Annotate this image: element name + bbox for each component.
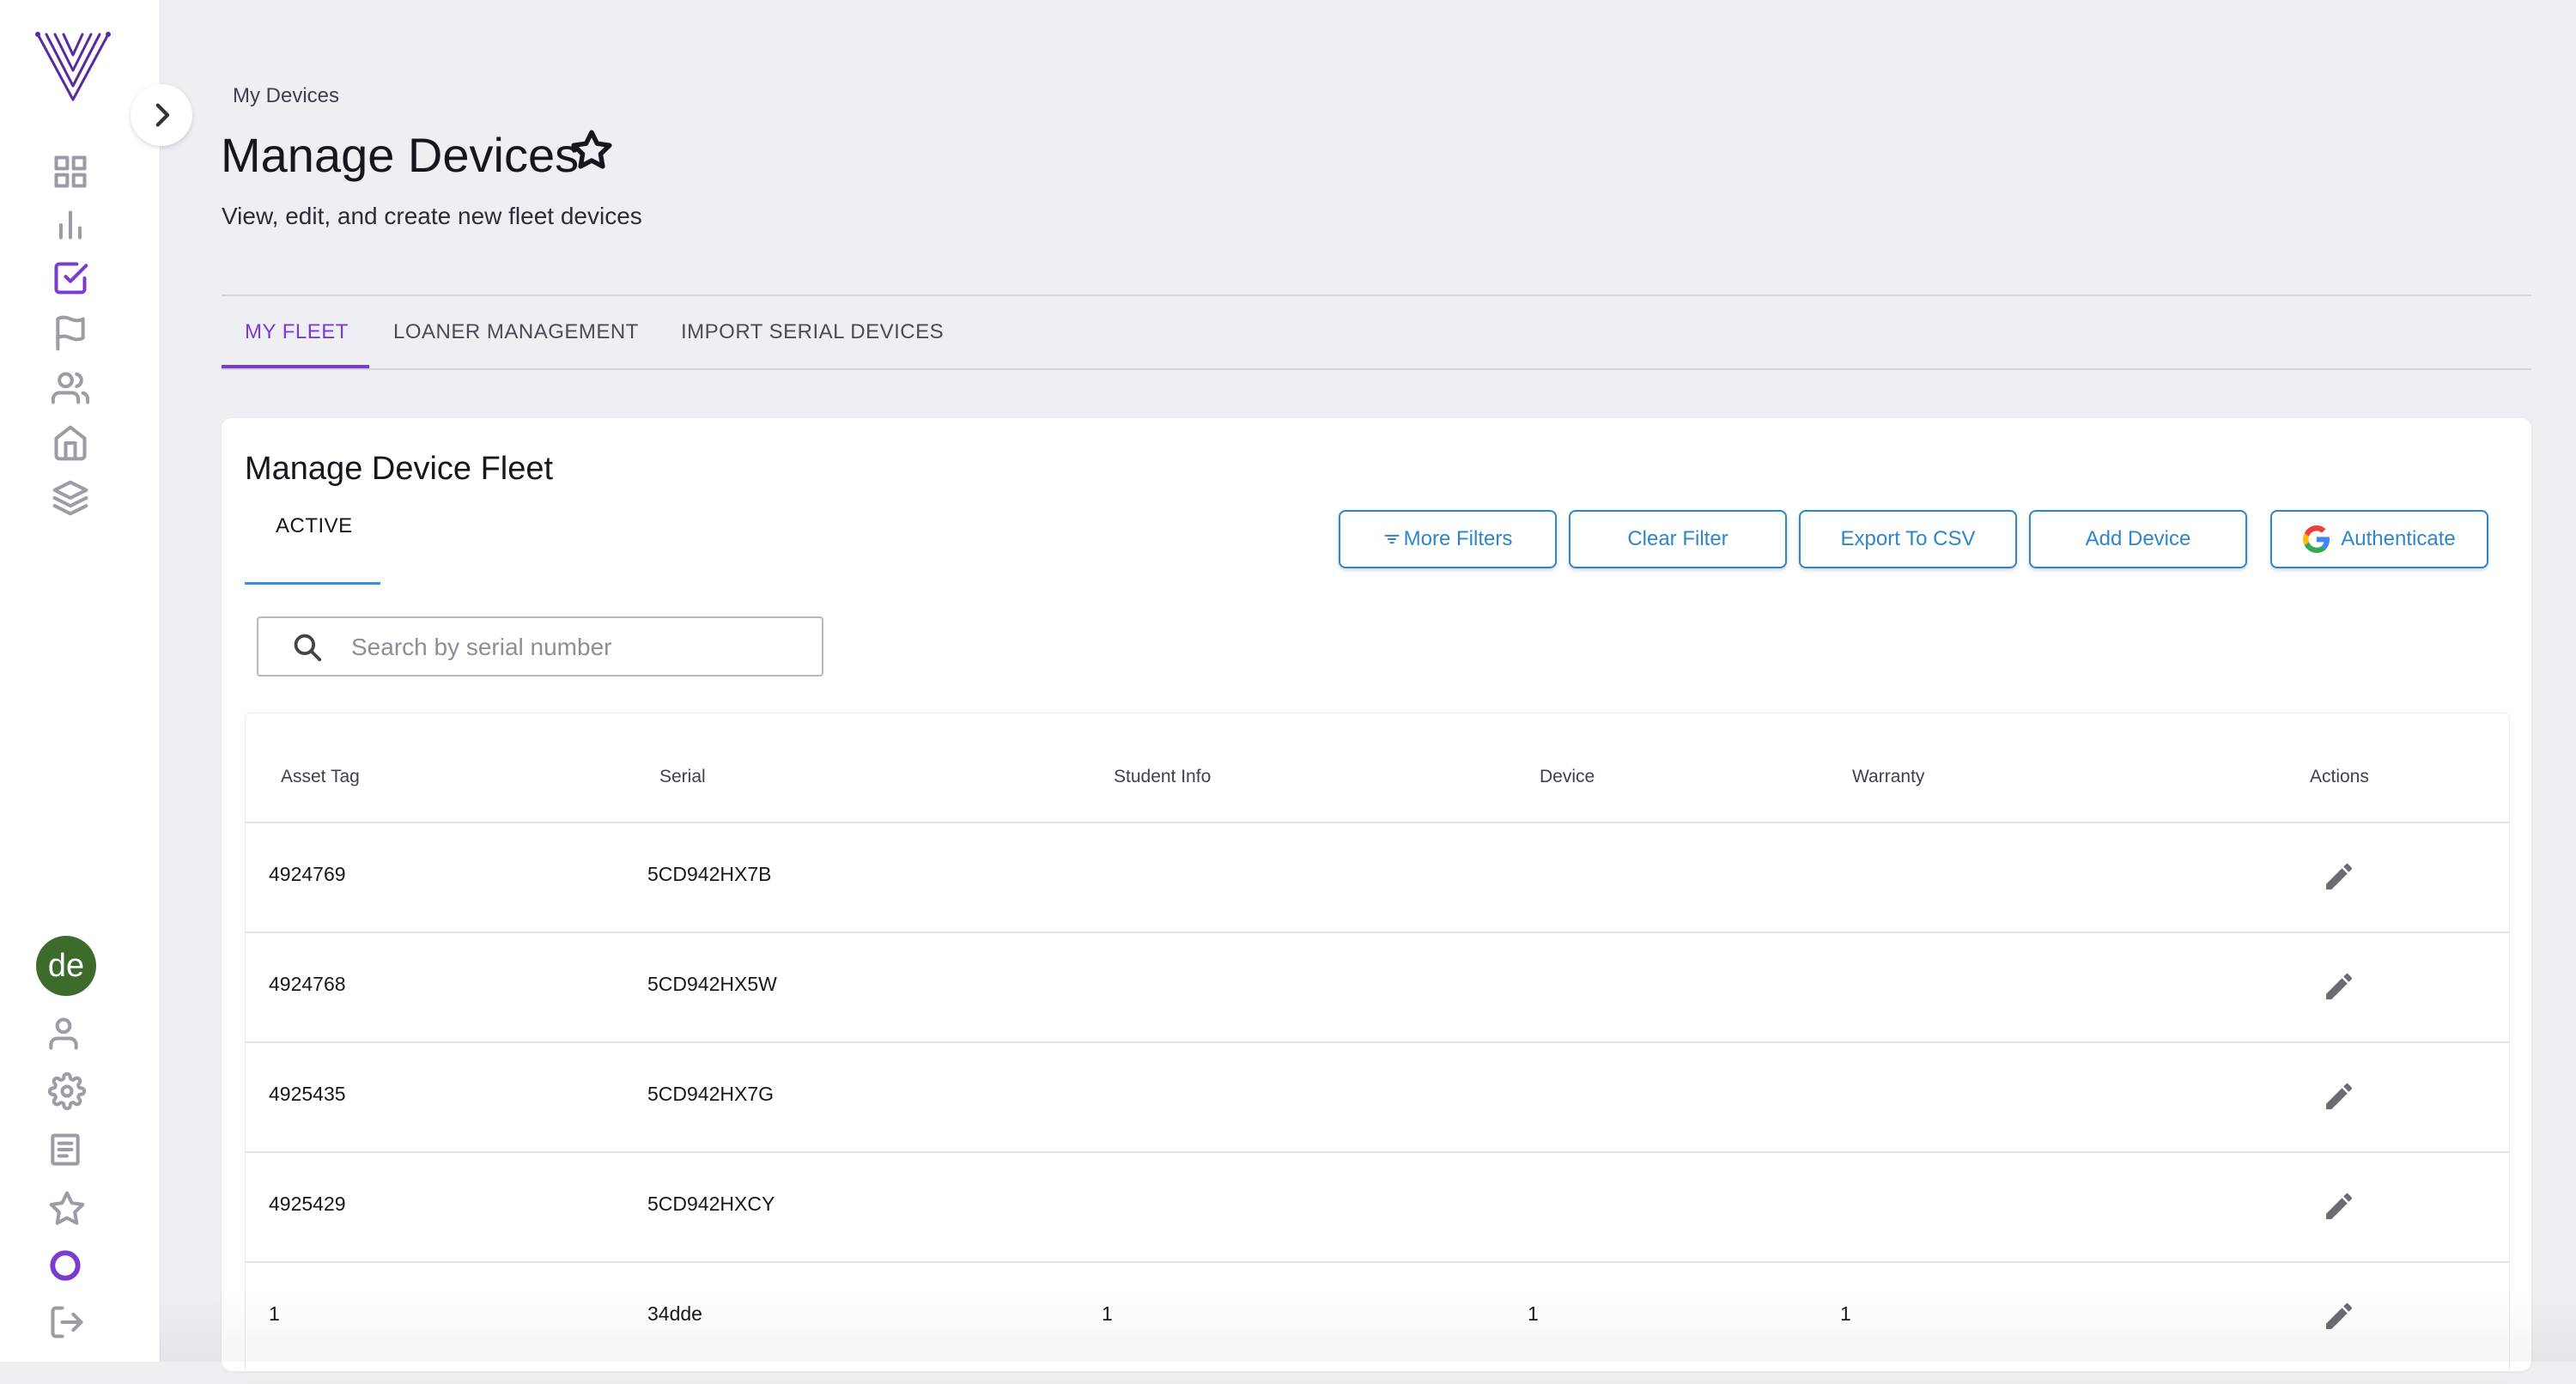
users-icon[interactable] <box>48 366 93 410</box>
subtab-active-label: ACTIVE <box>276 514 353 537</box>
subtab-active[interactable]: ACTIVE <box>245 495 380 585</box>
search-icon <box>294 634 322 662</box>
filter-icon <box>1384 534 1400 544</box>
logout-icon[interactable] <box>45 1300 89 1345</box>
authenticate-label: Authenticate <box>2341 527 2456 550</box>
edit-icon[interactable] <box>2322 1079 2356 1114</box>
tab-my-fleet[interactable]: MY FLEET <box>245 296 349 368</box>
tab-loaner-management[interactable]: LOANER MANAGEMENT <box>393 296 639 368</box>
user-icon[interactable] <box>41 1011 86 1056</box>
table-row[interactable]: 4924768 5CD942HX5W <box>246 932 2509 1043</box>
favorite-star-icon[interactable] <box>570 129 613 172</box>
cell-serial: 5CD942HX5W <box>647 973 777 995</box>
active-tab-indicator <box>222 365 369 368</box>
column-header-serial[interactable]: Serial <box>659 767 706 787</box>
table-row[interactable]: 4925429 5CD942HXCY <box>246 1151 2509 1263</box>
cell-asset-tag: 4925435 <box>269 1083 346 1105</box>
page-title: Manage Devices <box>221 128 580 182</box>
cell-student-info: 1 <box>1102 1302 1113 1325</box>
device-fleet-card: Manage Device Fleet ACTIVE More Filters … <box>222 418 2531 1384</box>
chevron-right-icon <box>155 103 170 127</box>
breadcrumb[interactable]: My Devices <box>233 84 339 108</box>
edit-icon[interactable] <box>2322 1299 2356 1333</box>
dashboard-icon[interactable] <box>48 149 93 194</box>
circle-icon[interactable] <box>43 1243 88 1288</box>
table-row[interactable]: 1 34dde 1 1 1 <box>246 1261 2509 1373</box>
cell-serial: 5CD942HXCY <box>647 1193 775 1215</box>
page-subtitle: View, edit, and create new fleet devices <box>222 203 642 229</box>
clear-filter-button[interactable]: Clear Filter <box>1569 510 1787 568</box>
tab-import-serial-devices[interactable]: IMPORT SERIAL DEVICES <box>681 296 944 368</box>
home-icon[interactable] <box>48 421 93 465</box>
export-csv-button[interactable]: Export To CSV <box>1799 510 2017 568</box>
tab-bar: MY FLEET LOANER MANAGEMENT IMPORT SERIAL… <box>222 296 2531 370</box>
column-header-actions: Actions <box>2310 767 2369 786</box>
edit-icon[interactable] <box>2322 859 2356 894</box>
sidebar-toggle-button[interactable] <box>131 84 192 146</box>
add-device-button[interactable]: Add Device <box>2029 510 2247 568</box>
cell-device: 1 <box>1528 1302 1539 1325</box>
cell-serial: 34dde <box>647 1302 702 1325</box>
more-filters-label: More Filters <box>1403 527 1513 550</box>
cell-serial: 5CD942HX7G <box>647 1083 775 1105</box>
cell-asset-tag: 1 <box>269 1302 280 1325</box>
edit-icon[interactable] <box>2322 1189 2356 1223</box>
table-row[interactable]: 4924769 5CD942HX7B <box>246 822 2509 933</box>
card-title: Manage Device Fleet <box>245 451 554 487</box>
authenticate-button[interactable]: Authenticate <box>2270 510 2488 568</box>
app-logo[interactable] <box>34 29 112 103</box>
checkbox-icon[interactable] <box>48 256 93 300</box>
cell-warranty: 1 <box>1840 1302 1851 1325</box>
edit-icon[interactable] <box>2322 969 2356 1004</box>
search-box[interactable] <box>257 616 823 677</box>
google-icon <box>2303 525 2330 553</box>
sidebar: de <box>0 0 161 1362</box>
column-header-asset-tag[interactable]: Asset Tag <box>281 767 360 787</box>
document-icon[interactable] <box>43 1127 88 1172</box>
device-table: Asset Tag Serial Student Info Device War… <box>245 713 2510 1384</box>
layers-icon[interactable] <box>48 476 93 520</box>
more-filters-button[interactable]: More Filters <box>1339 510 1557 568</box>
column-header-student-info[interactable]: Student Info <box>1114 767 1211 787</box>
star-icon[interactable] <box>45 1187 89 1231</box>
table-row[interactable]: 4925435 5CD942HX7G <box>246 1041 2509 1153</box>
bar-chart-icon[interactable] <box>48 203 93 247</box>
table-header: Asset Tag Serial Student Info Device War… <box>246 713 2509 823</box>
cell-serial: 5CD942HX7B <box>647 863 772 885</box>
cell-asset-tag: 4925429 <box>269 1193 346 1215</box>
column-header-warranty[interactable]: Warranty <box>1852 767 1924 787</box>
cell-asset-tag: 4924769 <box>269 863 346 885</box>
gear-icon[interactable] <box>45 1069 89 1114</box>
subtab-indicator <box>245 582 380 585</box>
column-header-device[interactable]: Device <box>1540 767 1595 787</box>
cell-asset-tag: 4924768 <box>269 973 346 995</box>
avatar[interactable]: de <box>36 936 96 996</box>
search-input[interactable] <box>349 625 799 670</box>
flag-icon[interactable] <box>48 311 93 355</box>
